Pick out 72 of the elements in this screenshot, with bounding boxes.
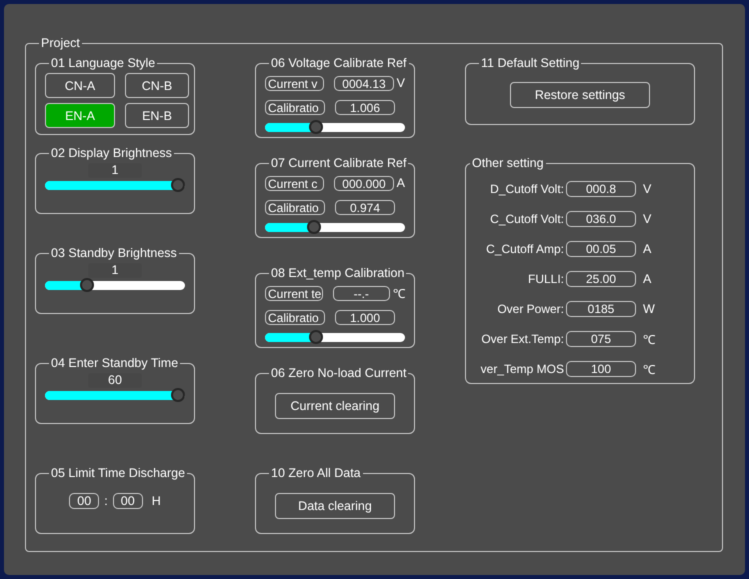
slider-value: 60 — [88, 373, 142, 388]
factor-label-field: Calibratio — [265, 200, 325, 214]
slider-value: 1 — [88, 163, 142, 178]
factor-label-field: Calibratio — [265, 100, 325, 114]
factor-field[interactable]: 1.000 — [335, 310, 395, 324]
slider[interactable] — [265, 123, 405, 132]
group-title: 04 Enter Standby Time — [50, 356, 180, 370]
reading-field: 0004.13 — [334, 76, 394, 90]
reading-label-field: Current c — [265, 176, 324, 190]
setting-label: Over Power: — [496, 302, 564, 316]
language-button[interactable]: CN-A — [45, 73, 115, 98]
unit-label: V — [396, 76, 405, 90]
slider-thumb[interactable] — [171, 388, 185, 402]
setting-field[interactable]: 000.8 — [566, 181, 636, 197]
group-title: 01 Language Style — [50, 56, 156, 70]
setting-label: Over Ext.Temp: — [480, 332, 564, 346]
setting-label: C_Cutoff Volt: — [489, 212, 564, 226]
language-button[interactable]: CN-B — [125, 73, 189, 98]
setting-label: D_Cutoff Volt: — [489, 182, 564, 196]
unit-label: ℃ — [393, 286, 405, 302]
reading-label-field: Current te — [265, 286, 323, 300]
group-title: 06 Voltage Calibrate Ref — [270, 56, 408, 70]
language-button[interactable]: EN-B — [125, 103, 189, 128]
group-title: Other setting — [471, 156, 545, 170]
group-title: Project — [40, 36, 81, 50]
slider[interactable] — [265, 223, 405, 232]
factor-field[interactable]: 1.006 — [335, 100, 395, 114]
group-title: 05 Limit Time Discharge — [50, 466, 186, 480]
data-clearing-button[interactable]: Data clearing — [275, 493, 395, 519]
setting-field[interactable]: 00.05 — [566, 241, 636, 257]
current-clearing-button[interactable]: Current clearing — [275, 393, 395, 419]
reading-field: 000.000 — [334, 176, 394, 190]
unit-label: A — [643, 242, 652, 256]
unit-label: W — [643, 302, 655, 316]
unit-label: ℃ — [643, 332, 655, 348]
setting-field[interactable]: 0185 — [566, 301, 636, 317]
setting-label: FULLI: — [526, 272, 564, 286]
slider-thumb[interactable] — [171, 178, 185, 192]
unit-label: A — [396, 176, 405, 190]
slider-thumb[interactable] — [80, 278, 94, 292]
unit-label: H — [152, 494, 161, 508]
group-title: 08 Ext_temp Calibration — [270, 266, 406, 280]
unit-label: ℃ — [643, 362, 655, 378]
slider[interactable] — [265, 333, 405, 342]
slider-thumb[interactable] — [306, 220, 321, 234]
setting-field[interactable]: 25.00 — [566, 271, 636, 287]
group-title: 07 Current Calibrate Ref — [270, 156, 408, 170]
reading-label-field: Current v — [265, 76, 324, 90]
factor-label-field: Calibratio — [265, 310, 325, 324]
setting-field[interactable]: 100 — [566, 361, 636, 377]
hours-field[interactable]: 00 — [69, 493, 100, 509]
reading-field: --.- — [332, 286, 390, 300]
time-separator: : — [104, 494, 108, 508]
group-title: 11 Default Setting — [480, 56, 580, 70]
setting-field[interactable]: 036.0 — [566, 211, 636, 227]
group-title: 06 Zero No-load Current — [270, 366, 408, 380]
slider-value: 1 — [88, 263, 142, 278]
group-title: 03 Standby Brightness — [50, 246, 178, 260]
setting-field[interactable]: 075 — [566, 331, 636, 347]
unit-label: V — [643, 212, 652, 226]
setting-label: ver_Temp MOS — [480, 362, 564, 376]
restore-settings-button[interactable]: Restore settings — [510, 82, 650, 108]
minutes-field[interactable]: 00 — [112, 493, 143, 509]
unit-label: A — [643, 272, 652, 286]
slider-thumb[interactable] — [309, 330, 324, 344]
group-title: 10 Zero All Data — [270, 466, 362, 480]
group-title: 02 Display Brightness — [50, 146, 173, 160]
unit-label: V — [643, 182, 652, 196]
slider[interactable] — [45, 281, 185, 290]
setting-label: C_Cutoff Amp: — [485, 242, 564, 256]
slider-thumb[interactable] — [309, 120, 324, 134]
factor-field[interactable]: 0.974 — [335, 200, 395, 214]
